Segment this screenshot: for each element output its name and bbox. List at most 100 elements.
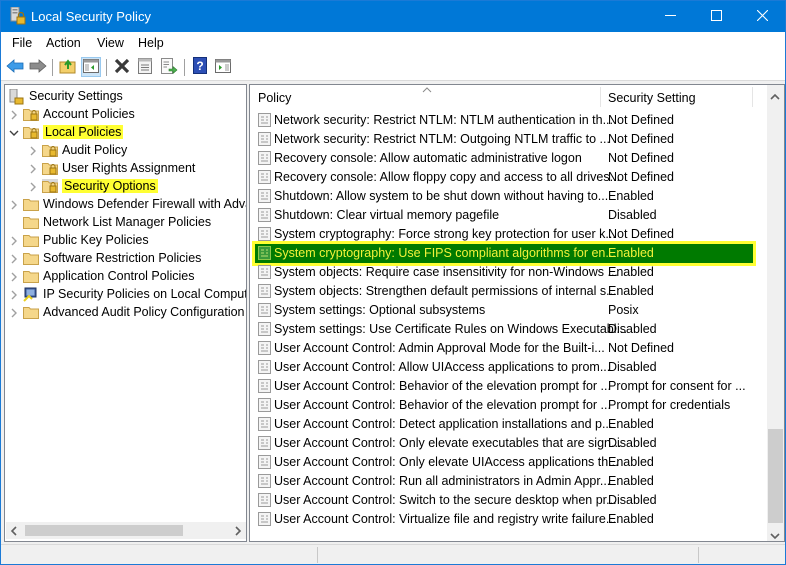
close-button[interactable] (739, 1, 785, 32)
chevron-right-icon[interactable] (9, 109, 19, 120)
scroll-right-icon[interactable] (234, 525, 242, 539)
list-vertical-scrollbar[interactable] (767, 85, 784, 541)
security-setting: Disabled (608, 493, 657, 507)
menu-view[interactable]: View (97, 36, 124, 50)
delete-button[interactable] (112, 57, 132, 77)
tree-item[interactable]: Windows Defender Firewall with Advanced … (9, 195, 246, 213)
forward-button[interactable] (28, 57, 48, 77)
security-setting: Not Defined (608, 170, 675, 184)
tree-item[interactable]: Security Options (28, 177, 158, 195)
chevron-right-icon[interactable] (9, 253, 19, 264)
minimize-button[interactable] (647, 1, 693, 32)
tree-item[interactable]: Advanced Audit Policy Configuration (9, 303, 245, 321)
menu-file[interactable]: File (12, 36, 32, 50)
table-row[interactable]: Shutdown: Allow system to be shut down w… (250, 187, 766, 206)
chevron-right-icon[interactable] (28, 163, 38, 174)
policy-name: User Account Control: Behavior of the el… (274, 379, 611, 393)
security-setting: Posix (608, 303, 639, 317)
table-row[interactable]: Network security: Restrict NTLM: NTLM au… (250, 111, 766, 130)
chevron-down-icon[interactable] (9, 127, 19, 137)
tree-item[interactable]: Application Control Policies (9, 267, 194, 285)
up-one-level-button[interactable] (58, 57, 78, 77)
scroll-down-icon[interactable] (770, 529, 780, 541)
back-button[interactable] (5, 57, 25, 77)
table-row[interactable]: System settings: Use Certificate Rules o… (250, 320, 766, 339)
show-hide-console-tree-button[interactable] (81, 57, 101, 77)
policy-name: System cryptography: Force strong key pr… (274, 227, 616, 241)
tree-item[interactable]: IP Security Policies on Local Computer (9, 285, 246, 303)
security-setting: Enabled (608, 474, 654, 488)
tree-item[interactable]: Public Key Policies (9, 231, 149, 249)
table-row[interactable]: User Account Control: Detect application… (250, 415, 766, 434)
window-title: Local Security Policy (31, 9, 151, 24)
table-row[interactable]: System cryptography: Force strong key pr… (250, 225, 766, 244)
chevron-right-icon[interactable] (9, 271, 19, 282)
table-row[interactable]: User Account Control: Run all administra… (250, 472, 766, 491)
tree-label: Network List Manager Policies (43, 215, 212, 229)
locked-folder-icon (42, 161, 58, 175)
table-row[interactable]: Shutdown: Clear virtual memory pagefile D… (250, 206, 766, 225)
chevron-right-icon[interactable] (28, 145, 38, 156)
policy-icon (258, 455, 272, 469)
tree-horizontal-scroll-thumb[interactable] (25, 525, 183, 536)
tree-horizontal-scrollbar[interactable] (6, 522, 246, 539)
menu-action[interactable]: Action (46, 36, 81, 50)
tree-item[interactable]: Account Policies (9, 105, 135, 123)
table-row[interactable]: User Account Control: Admin Approval Mod… (250, 339, 766, 358)
column-header-security-setting[interactable]: Security Setting (608, 91, 696, 105)
table-row[interactable]: User Account Control: Virtualize file an… (250, 510, 766, 529)
export-list-button[interactable] (159, 57, 179, 77)
scroll-up-icon[interactable] (770, 90, 780, 104)
policy-icon (258, 474, 272, 488)
column-header-policy[interactable]: Policy (258, 91, 291, 105)
tree-item[interactable]: Audit Policy (28, 141, 127, 159)
table-row[interactable]: User Account Control: Switch to the secu… (250, 491, 766, 510)
tree-item[interactable]: Network List Manager Policies (9, 213, 211, 231)
policy-icon (258, 303, 272, 317)
security-setting: Enabled (608, 265, 654, 279)
app-window: Local Security Policy File Action View H… (0, 0, 786, 565)
table-row[interactable]: System objects: Require case insensitivi… (250, 263, 766, 282)
sort-ascending-icon (422, 85, 432, 93)
table-row-selected[interactable]: System cryptography: Use FIPS compliant … (250, 241, 766, 266)
maximize-button[interactable] (693, 1, 739, 32)
show-hide-action-pane-button[interactable] (213, 57, 233, 77)
tree-label: Local Policies (43, 125, 124, 139)
policy-icon (258, 227, 272, 241)
table-row[interactable]: System settings: Optional subsystems Posi… (250, 301, 766, 320)
table-row[interactable]: User Account Control: Allow UIAccess app… (250, 358, 766, 377)
help-button[interactable]: ? (190, 57, 210, 77)
properties-button[interactable] (135, 57, 155, 77)
list-vertical-scroll-thumb[interactable] (768, 429, 783, 523)
chevron-right-icon[interactable] (9, 307, 19, 318)
policy-name: User Account Control: Admin Approval Mod… (274, 341, 605, 355)
tree-item[interactable]: Software Restriction Policies (9, 249, 201, 267)
chevron-right-icon[interactable] (9, 289, 19, 300)
folder-icon (23, 251, 39, 265)
menu-help[interactable]: Help (138, 36, 164, 50)
table-row[interactable]: User Account Control: Only elevate execu… (250, 434, 766, 453)
tree-label: Security Options (62, 179, 158, 193)
table-row[interactable]: Network security: Restrict NTLM: Outgoin… (250, 130, 766, 149)
column-divider[interactable] (752, 87, 753, 107)
security-setting: Not Defined (608, 113, 675, 127)
security-setting: Disabled (608, 322, 657, 336)
tree-item[interactable]: Local Policies (9, 123, 124, 141)
table-row[interactable]: User Account Control: Behavior of the el… (250, 377, 766, 396)
chevron-right-icon[interactable] (9, 235, 19, 246)
tree-item[interactable]: User Rights Assignment (28, 159, 195, 177)
scroll-left-icon[interactable] (10, 525, 18, 539)
policy-name: System settings: Use Certificate Rules o… (274, 322, 627, 336)
properties-icon (137, 57, 153, 77)
table-row[interactable]: System objects: Strengthen default permi… (250, 282, 766, 301)
chevron-right-icon[interactable] (28, 181, 38, 192)
table-row[interactable]: Recovery console: Allow automatic admini… (250, 149, 766, 168)
column-divider[interactable] (600, 87, 601, 107)
table-row[interactable]: User Account Control: Only elevate UIAcc… (250, 453, 766, 472)
status-divider (317, 547, 318, 563)
table-row[interactable]: User Account Control: Behavior of the el… (250, 396, 766, 415)
tree-root-security-settings[interactable]: Security Settings (9, 87, 123, 105)
chevron-right-icon[interactable] (9, 199, 19, 210)
table-row[interactable]: Recovery console: Allow floppy copy and … (250, 168, 766, 187)
title-bar[interactable]: Local Security Policy (1, 1, 785, 32)
